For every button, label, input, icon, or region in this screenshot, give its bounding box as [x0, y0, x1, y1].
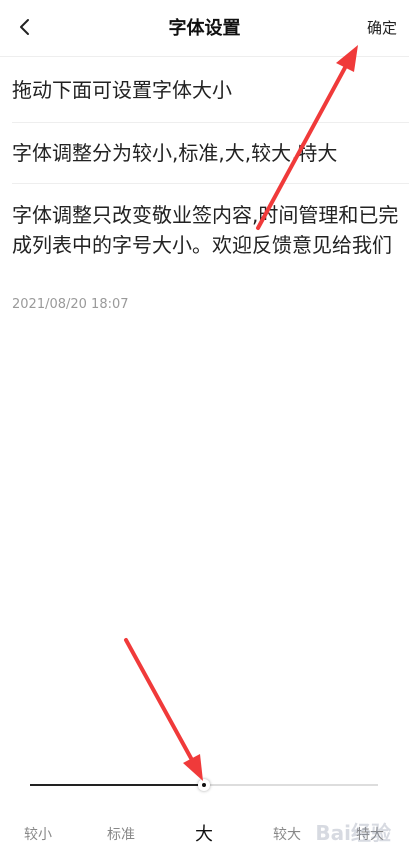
- size-option-standard[interactable]: 标准: [107, 824, 135, 844]
- preview-line-2: 字体调整分为较小,标准,大,较大,特大: [12, 141, 338, 165]
- slider-fill: [30, 784, 204, 786]
- note-timestamp: 2021/08/20 18:07: [12, 297, 129, 312]
- divider: [12, 183, 409, 184]
- slider-thumb[interactable]: [198, 779, 210, 791]
- arrow-to-slider: [124, 638, 203, 781]
- nav-header: 字体设置 确定: [0, 0, 409, 57]
- size-option-smaller[interactable]: 较小: [24, 824, 52, 844]
- annotation-arrows: [124, 45, 358, 781]
- size-option-extra-large[interactable]: 特大: [356, 824, 384, 844]
- page-title: 字体设置: [168, 18, 241, 39]
- font-size-slider[interactable]: [30, 779, 378, 791]
- size-option-large[interactable]: 大: [195, 820, 213, 846]
- size-option-larger[interactable]: 较大: [273, 824, 301, 844]
- font-settings-screen: 字体设置 确定 拖动下面可设置字体大小 字体调整分为较小,标准,大,较大,特大 …: [0, 0, 409, 860]
- preview-note-text: 字体调整只改变敬业签内容,时间管理和已完成列表中的字号大小。欢迎反馈意见给我们: [12, 203, 399, 257]
- confirm-button[interactable]: 确定: [367, 17, 397, 38]
- preview-line-1: 拖动下面可设置字体大小: [12, 78, 232, 102]
- divider: [12, 122, 409, 123]
- slider-thumb-dot: [202, 783, 206, 787]
